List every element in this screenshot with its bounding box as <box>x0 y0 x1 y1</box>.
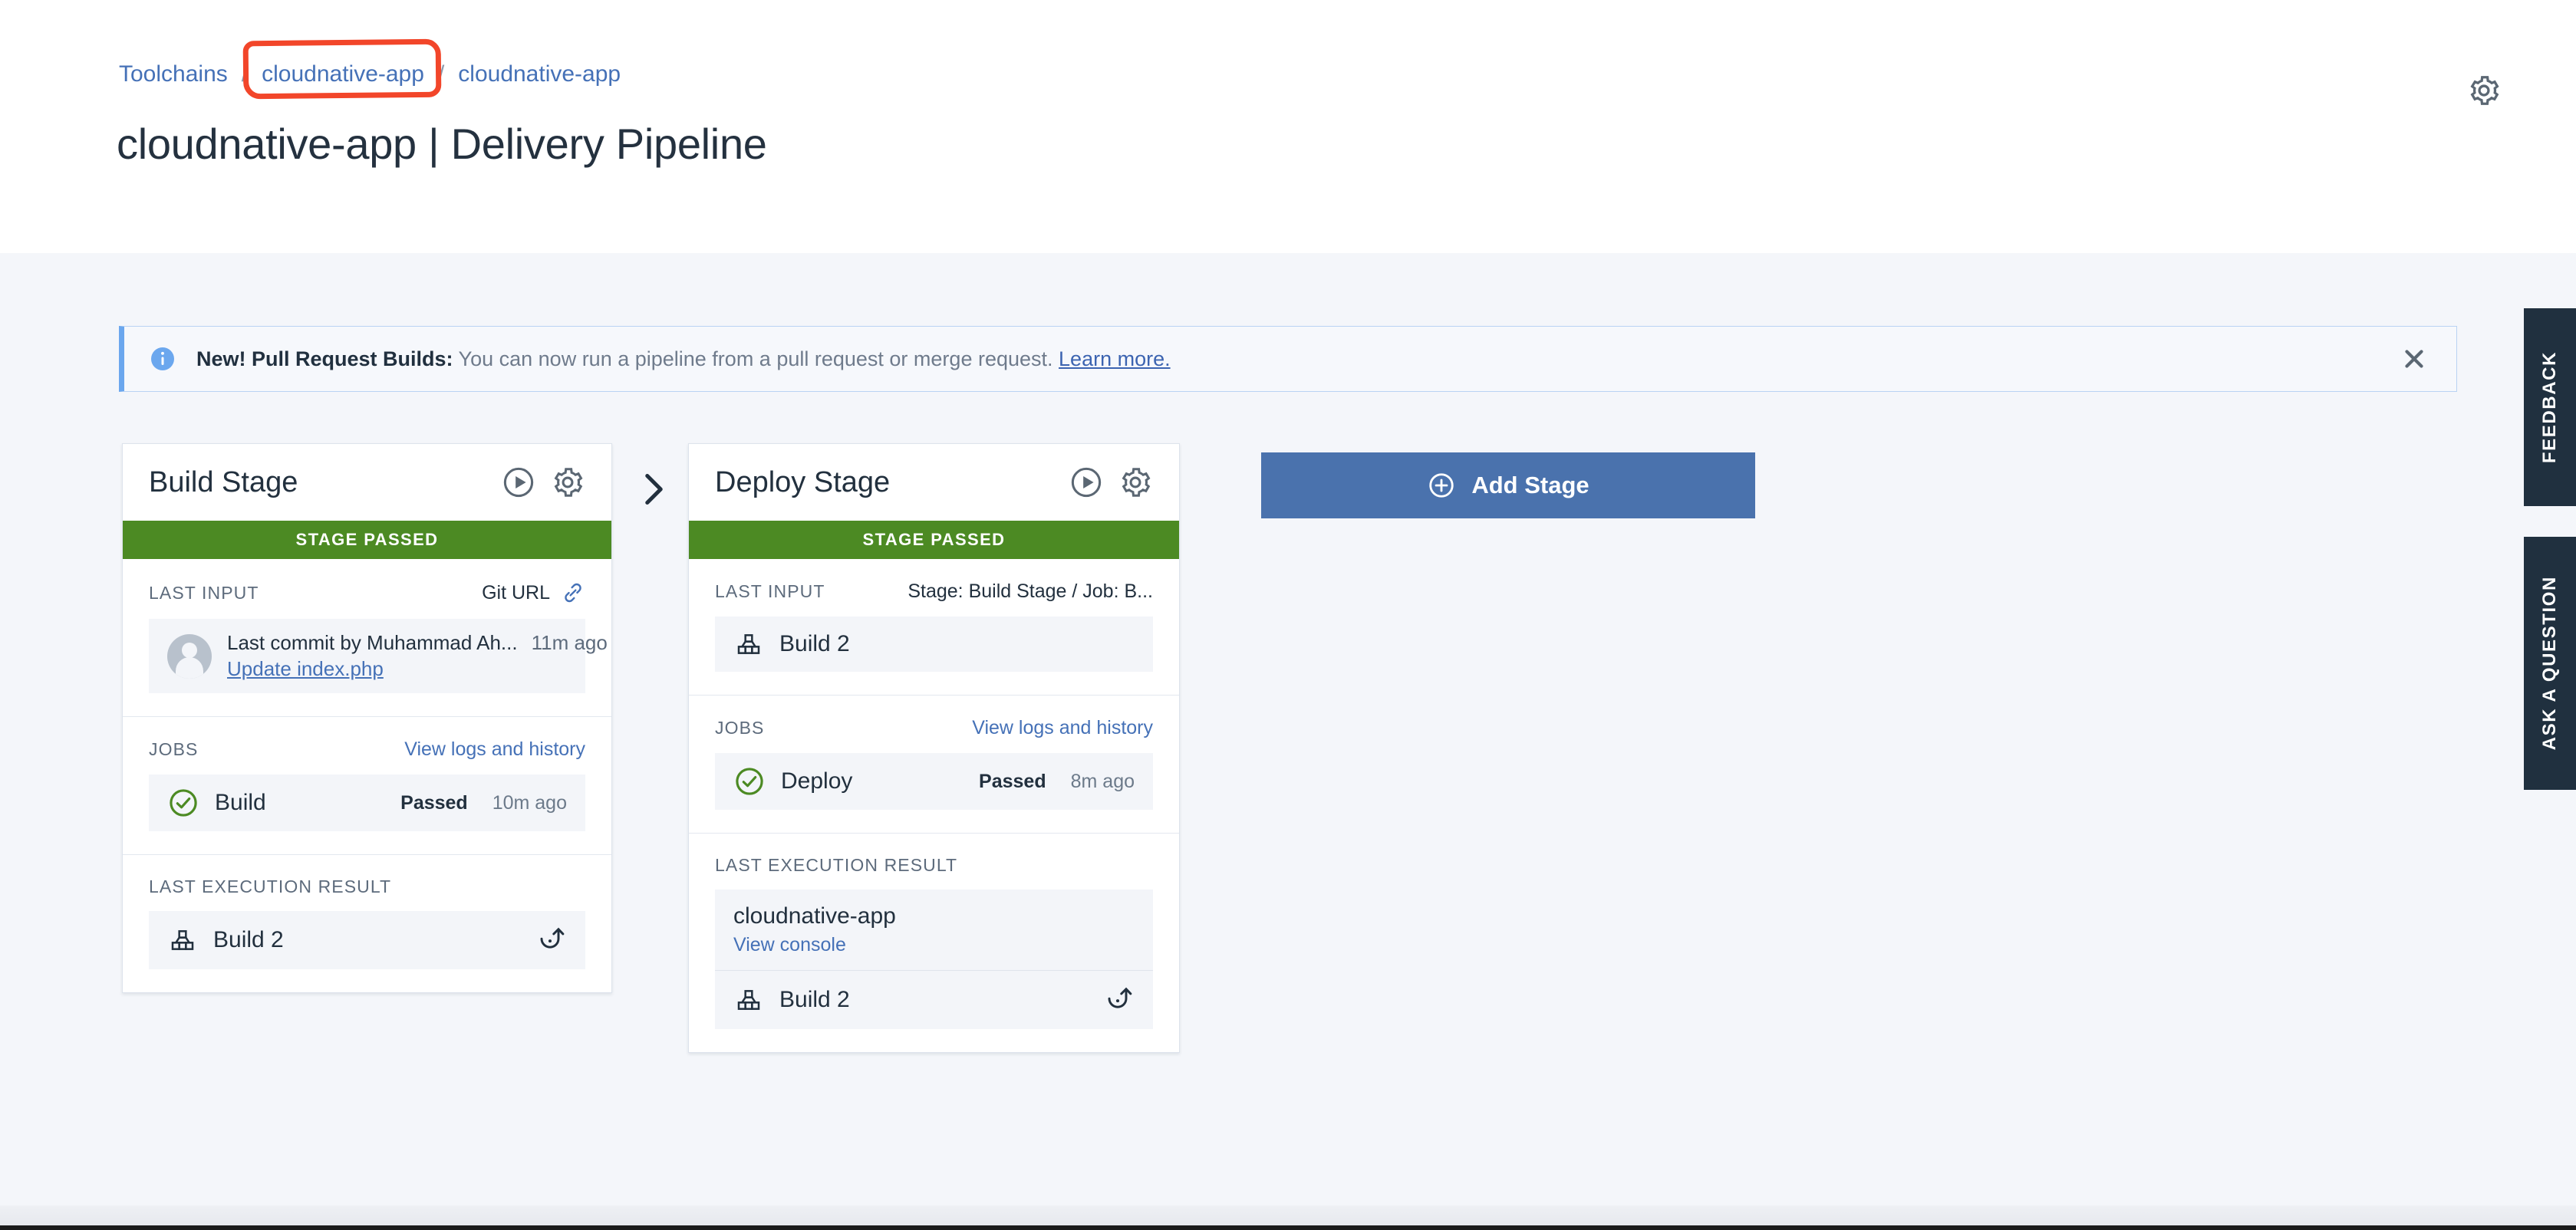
banner-text: New! Pull Request Builds: You can now ru… <box>196 347 1171 371</box>
execution-result-tile: cloudnative-app View console Build 2 <box>715 890 1153 1029</box>
view-logs-and-history-link[interactable]: View logs and history <box>972 717 1153 739</box>
check-circle-icon <box>733 765 766 798</box>
stage-last-execution-section: LAST EXECUTION RESULT Build 2 <box>123 855 611 992</box>
add-stage-button[interactable]: Add Stage <box>1261 452 1755 518</box>
section-header: LAST EXECUTION RESULT <box>715 855 1153 876</box>
job-name: Build <box>215 790 385 816</box>
close-icon[interactable] <box>2400 344 2429 373</box>
breadcrumb-separator-1: / <box>242 61 248 87</box>
commit-body: Last commit by Muhammad Ah... 11m ago Up… <box>227 631 567 681</box>
play-icon[interactable] <box>1069 465 1104 500</box>
page-title: cloudnative-app | Delivery Pipeline <box>117 119 767 169</box>
stage-card-build: Build Stage STAGE PASSED LAST INPUT G <box>122 443 612 993</box>
stage-jobs-section: JOBS View logs and history Deploy Passed… <box>689 696 1179 834</box>
commit-header: Last commit by Muhammad Ah... 11m ago <box>227 631 567 655</box>
blocks-icon <box>167 925 198 955</box>
commit-message-link[interactable]: Update index.php <box>227 657 384 681</box>
job-status: Passed <box>979 771 1046 793</box>
commit-time: 11m ago <box>532 631 608 655</box>
announcement-banner: New! Pull Request Builds: You can now ru… <box>119 326 2457 392</box>
artifact-name: Build 2 <box>779 631 1135 657</box>
ask-a-question-tab[interactable]: ASK A QUESTION <box>2524 537 2576 790</box>
breadcrumb-item-highlight-wrap: cloudnative-app <box>262 61 424 87</box>
job-row[interactable]: Build Passed 10m ago <box>149 775 585 831</box>
learn-more-link[interactable]: Learn more. <box>1059 347 1171 370</box>
view-console-link[interactable]: View console <box>733 934 846 956</box>
breadcrumb-separator-2: / <box>438 61 444 87</box>
stage-jobs-section: JOBS View logs and history Build Passed … <box>123 717 611 855</box>
link-icon[interactable] <box>561 580 585 605</box>
footer-strip <box>0 1205 2576 1225</box>
artifact-row[interactable]: Build 2 <box>715 971 1153 1029</box>
stage-last-input-section: LAST INPUT Git URL Last <box>123 559 611 717</box>
blocks-icon <box>733 629 764 659</box>
breadcrumb-item-toolchain[interactable]: cloudnative-app <box>262 61 424 87</box>
gear-icon[interactable] <box>2466 73 2502 108</box>
rerun-icon[interactable] <box>1101 983 1135 1017</box>
section-header: LAST INPUT Git URL <box>149 580 585 605</box>
section-label: LAST INPUT <box>715 581 825 602</box>
stage-title: Build Stage <box>149 466 487 499</box>
add-stage-label: Add Stage <box>1471 472 1589 499</box>
section-label: JOBS <box>715 718 764 738</box>
ask-a-question-tab-label: ASK A QUESTION <box>2539 576 2561 750</box>
deployed-app-row[interactable]: cloudnative-app View console <box>715 890 1153 971</box>
status-badge: STAGE PASSED <box>123 521 611 559</box>
job-time: 10m ago <box>492 792 567 814</box>
view-logs-and-history-link[interactable]: View logs and history <box>404 738 585 761</box>
delivery-pipeline-page: Toolchains / cloudnative-app / cloudnati… <box>0 0 2576 1230</box>
feedback-tab[interactable]: FEEDBACK <box>2524 308 2576 506</box>
gear-icon[interactable] <box>1118 465 1153 500</box>
window-bottom-edge <box>0 1225 2576 1230</box>
artifact-name: Build 2 <box>213 927 518 953</box>
stage-card-header: Build Stage <box>123 444 611 521</box>
banner-bold-text: New! Pull Request Builds: <box>196 347 453 370</box>
job-row[interactable]: Deploy Passed 8m ago <box>715 753 1153 810</box>
stage-last-execution-section: LAST EXECUTION RESULT cloudnative-app Vi… <box>689 834 1179 1052</box>
breadcrumb: Toolchains / cloudnative-app / cloudnati… <box>119 61 621 87</box>
section-header: LAST INPUT Stage: Build Stage / Job: B..… <box>715 580 1153 603</box>
git-url-label: Git URL <box>482 582 550 604</box>
input-source: Stage: Build Stage / Job: B... <box>908 580 1153 603</box>
chevron-right-icon <box>629 466 675 512</box>
gear-icon[interactable] <box>550 465 585 500</box>
rerun-icon[interactable] <box>533 923 567 957</box>
banner-body-text: You can now run a pipeline from a pull r… <box>453 347 1059 370</box>
feedback-tab-label: FEEDBACK <box>2539 351 2561 463</box>
section-label: LAST EXECUTION RESULT <box>149 876 391 897</box>
artifact-name: Build 2 <box>779 987 1085 1013</box>
input-source: Git URL <box>482 580 585 605</box>
job-name: Deploy <box>781 768 964 794</box>
stage-card-deploy: Deploy Stage STAGE PASSED LAST INPUT Sta… <box>688 443 1180 1053</box>
section-label: LAST EXECUTION RESULT <box>715 855 957 876</box>
check-circle-icon <box>167 787 199 819</box>
section-header: JOBS View logs and history <box>715 717 1153 739</box>
section-label: JOBS <box>149 739 198 760</box>
stage-title: Deploy Stage <box>715 466 1055 499</box>
info-icon <box>149 345 176 373</box>
page-header: Toolchains / cloudnative-app / cloudnati… <box>0 0 2576 253</box>
input-artifact-tile[interactable]: Build 2 <box>715 617 1153 672</box>
stage-last-input-section: LAST INPUT Stage: Build Stage / Job: B..… <box>689 559 1179 696</box>
artifact-row[interactable]: Build 2 <box>149 911 585 969</box>
play-icon[interactable] <box>501 465 536 500</box>
job-status: Passed <box>400 792 468 814</box>
section-header: LAST EXECUTION RESULT <box>149 876 585 897</box>
plus-circle-icon <box>1427 471 1456 500</box>
status-badge: STAGE PASSED <box>689 521 1179 559</box>
stage-card-header: Deploy Stage <box>689 444 1179 521</box>
job-time: 8m ago <box>1071 771 1135 793</box>
breadcrumb-item-toolchains[interactable]: Toolchains <box>119 61 228 87</box>
breadcrumb-item-pipeline[interactable]: cloudnative-app <box>458 61 621 87</box>
deployed-app-name: cloudnative-app <box>733 903 1135 929</box>
section-label: LAST INPUT <box>149 583 259 603</box>
commit-author: Last commit by Muhammad Ah... <box>227 631 518 655</box>
commit-tile[interactable]: Last commit by Muhammad Ah... 11m ago Up… <box>149 619 585 693</box>
section-header: JOBS View logs and history <box>149 738 585 761</box>
blocks-icon <box>733 985 764 1015</box>
avatar <box>167 634 212 679</box>
